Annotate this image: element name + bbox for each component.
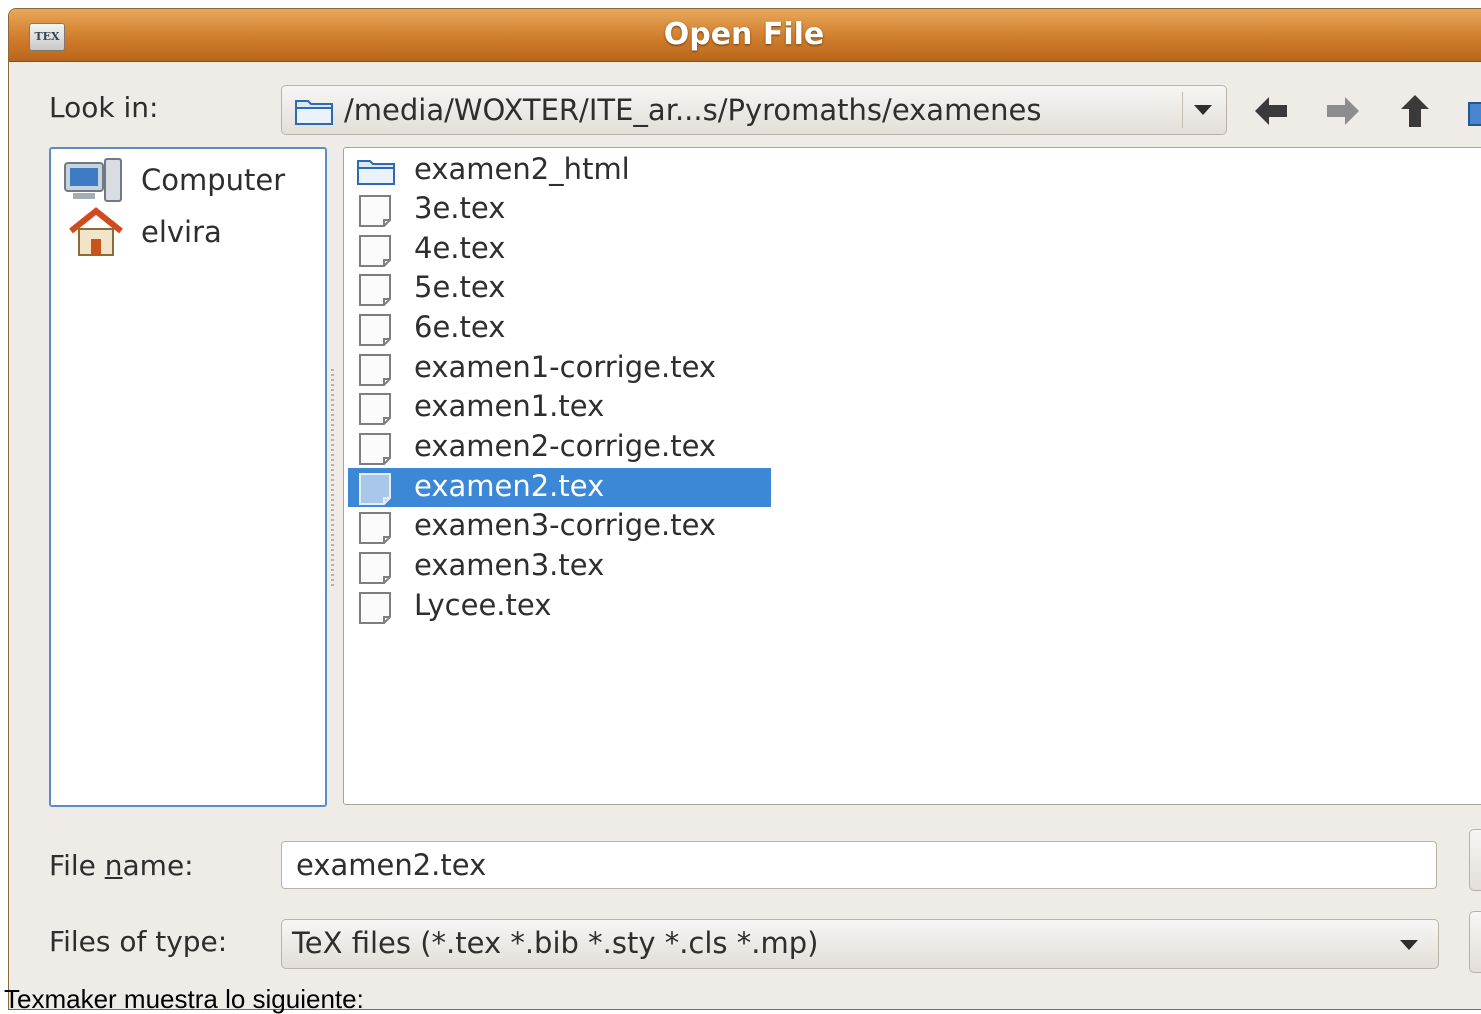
chevron-down-icon[interactable] xyxy=(1194,105,1212,115)
file-type-label: Files of type: xyxy=(49,925,228,958)
look-in-label: Look in: xyxy=(49,91,159,124)
forward-arrow-icon[interactable] xyxy=(1323,91,1363,131)
file-name: examen2.tex xyxy=(414,469,605,503)
document-icon xyxy=(356,551,396,589)
list-item[interactable]: 4e.tex xyxy=(348,230,771,269)
look-in-combo[interactable]: /media/WOXTER/ITE_ar...s/Pyromaths/exame… xyxy=(281,85,1227,135)
place-home[interactable]: elvira xyxy=(61,207,321,257)
places-sidebar: Computer elvira xyxy=(49,147,327,807)
file-name: examen2-corrige.tex xyxy=(414,429,717,463)
look-in-path: /media/WOXTER/ITE_ar...s/Pyromaths/exame… xyxy=(344,93,1042,127)
open-button[interactable] xyxy=(1469,829,1481,891)
up-arrow-icon[interactable] xyxy=(1395,91,1435,131)
document-icon xyxy=(356,472,396,510)
folder-icon xyxy=(356,155,396,191)
cancel-button[interactable] xyxy=(1469,911,1481,973)
file-name: 4e.tex xyxy=(414,231,506,265)
pane-resize-handle[interactable] xyxy=(331,369,334,589)
combo-separator xyxy=(1182,92,1183,128)
list-item[interactable]: 3e.tex xyxy=(348,190,771,229)
file-name: 6e.tex xyxy=(414,310,506,344)
file-name: examen1.tex xyxy=(414,389,605,423)
document-icon xyxy=(356,353,396,391)
file-name: examen2_html xyxy=(414,152,630,186)
list-item[interactable]: examen2_html xyxy=(348,151,771,190)
document-icon xyxy=(356,313,396,351)
document-icon xyxy=(356,511,396,549)
file-name: Lycee.tex xyxy=(414,588,552,622)
computer-icon xyxy=(63,157,125,209)
file-type-select[interactable]: TeX files (*.tex *.bib *.sty *.cls *.mp) xyxy=(281,919,1439,969)
label-part: File xyxy=(49,849,105,882)
file-name: 5e.tex xyxy=(414,270,506,304)
document-icon xyxy=(356,432,396,470)
mnemonic-letter: n xyxy=(104,849,123,882)
document-icon xyxy=(356,273,396,311)
list-item[interactable]: examen1-corrige.tex xyxy=(348,349,771,388)
open-file-dialog: TEX Open File Look in: /media/WOXTER/ITE… xyxy=(8,8,1481,1010)
file-name: examen1-corrige.tex xyxy=(414,350,717,384)
file-name-label: File name: xyxy=(49,849,194,882)
list-item[interactable]: Lycee.tex xyxy=(348,587,771,626)
back-arrow-icon[interactable] xyxy=(1251,91,1291,131)
place-computer[interactable]: Computer xyxy=(61,155,321,205)
new-folder-icon[interactable] xyxy=(1465,91,1481,131)
list-item[interactable]: examen2-corrige.tex xyxy=(348,428,771,467)
document-icon xyxy=(356,591,396,629)
list-item[interactable]: examen3.tex xyxy=(348,547,771,586)
list-item-selected[interactable]: examen2.tex xyxy=(348,468,771,507)
document-icon xyxy=(356,392,396,430)
file-name: examen3.tex xyxy=(414,548,605,582)
title-bar[interactable]: TEX Open File xyxy=(9,9,1481,62)
place-label: elvira xyxy=(141,215,222,249)
list-item[interactable]: 5e.tex xyxy=(348,269,771,308)
home-icon xyxy=(67,207,125,263)
file-name: examen3-corrige.tex xyxy=(414,508,717,542)
label-part: ame: xyxy=(122,849,194,882)
chevron-down-icon[interactable] xyxy=(1400,940,1418,950)
list-item[interactable]: 6e.tex xyxy=(348,309,771,348)
file-name: 3e.tex xyxy=(414,191,506,225)
document-icon xyxy=(356,234,396,272)
caption-text: Texmaker muestra lo siguiente: xyxy=(4,984,364,1014)
place-label: Computer xyxy=(141,163,286,197)
file-name-input[interactable]: examen2.tex xyxy=(281,841,1437,889)
list-item[interactable]: examen1.tex xyxy=(348,388,771,427)
file-type-value: TeX files (*.tex *.bib *.sty *.cls *.mp) xyxy=(292,926,819,960)
file-list: examen2_html 3e.tex 4e.tex 5e.tex 6e.tex xyxy=(343,147,1481,805)
window-title: Open File xyxy=(663,17,825,52)
folder-icon xyxy=(294,96,334,130)
list-item[interactable]: examen3-corrige.tex xyxy=(348,507,771,546)
document-icon xyxy=(356,194,396,232)
